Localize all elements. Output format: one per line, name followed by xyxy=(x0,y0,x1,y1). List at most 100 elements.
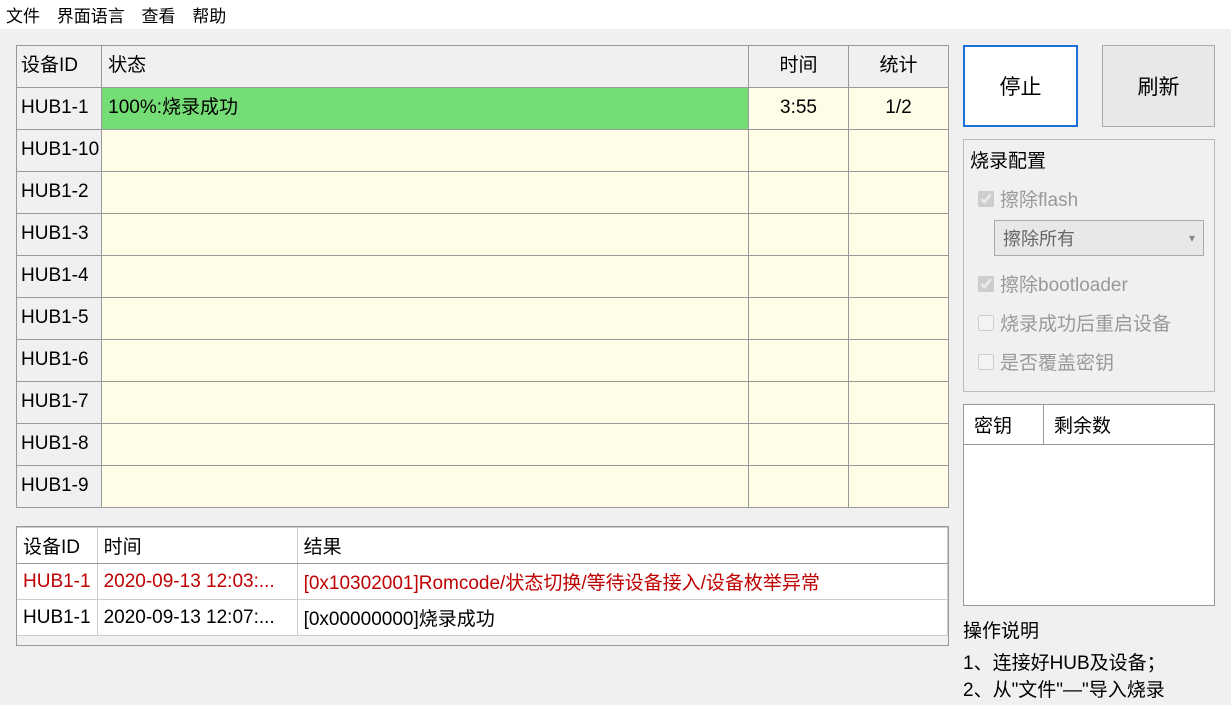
burn-config-group: 烧录配置 擦除flash 擦除所有 ▾ 擦除bootloader 烧录成功后重启… xyxy=(963,139,1215,392)
log-id-cell: HUB1-1 xyxy=(17,600,97,636)
erase-flash-input[interactable] xyxy=(978,191,994,207)
device-stat-cell xyxy=(849,424,949,466)
device-time-cell xyxy=(749,130,849,172)
menu-help[interactable]: 帮助 xyxy=(192,7,226,26)
device-header-time: 时间 xyxy=(749,46,849,88)
menu-file[interactable]: 文件 xyxy=(6,7,40,26)
device-stat-cell xyxy=(849,130,949,172)
log-row[interactable]: HUB1-12020-09-13 12:03:...[0x10302001]Ro… xyxy=(17,564,948,600)
erase-flash-label: 擦除flash xyxy=(1000,185,1078,212)
log-panel: 设备ID 时间 结果 HUB1-12020-09-13 12:03:...[0x… xyxy=(16,526,949,646)
table-row[interactable]: HUB1-3 xyxy=(17,214,949,256)
table-row[interactable]: HUB1-4 xyxy=(17,256,949,298)
chevron-down-icon: ▾ xyxy=(1189,231,1195,245)
device-id-cell: HUB1-2 xyxy=(17,172,102,214)
device-header-stat: 统计 xyxy=(849,46,949,88)
log-row[interactable]: HUB1-12020-09-13 12:07:...[0x00000000]烧录… xyxy=(17,600,948,636)
device-time-cell xyxy=(749,466,849,508)
device-status-cell xyxy=(102,340,749,382)
device-id-cell: HUB1-7 xyxy=(17,382,102,424)
erase-mode-select[interactable]: 擦除所有 ▾ xyxy=(994,220,1204,256)
menubar: 文件 界面语言 查看 帮助 xyxy=(0,0,1231,29)
device-stat-cell xyxy=(849,298,949,340)
log-header-time: 时间 xyxy=(97,528,297,564)
table-row[interactable]: HUB1-5 xyxy=(17,298,949,340)
device-stat-cell xyxy=(849,256,949,298)
log-header-id: 设备ID xyxy=(17,528,97,564)
device-header-status: 状态 xyxy=(102,46,749,88)
device-id-cell: HUB1-10 xyxy=(17,130,102,172)
menu-lang[interactable]: 界面语言 xyxy=(57,7,125,26)
device-time-cell xyxy=(749,382,849,424)
table-row[interactable]: HUB1-2 xyxy=(17,172,949,214)
log-result-cell: [0x10302001]Romcode/状态切换/等待设备接入/设备枚举异常 xyxy=(297,564,947,600)
config-legend: 烧录配置 xyxy=(970,146,1204,173)
override-key-label: 是否覆盖密钥 xyxy=(1000,348,1114,375)
device-time-cell xyxy=(749,298,849,340)
device-id-cell: HUB1-4 xyxy=(17,256,102,298)
device-status-cell xyxy=(102,256,749,298)
key-header-key: 密钥 xyxy=(964,405,1044,445)
erase-flash-checkbox[interactable]: 擦除flash xyxy=(974,179,1204,218)
table-row[interactable]: HUB1-1100%:烧录成功3:551/2 xyxy=(17,88,949,130)
device-id-cell: HUB1-6 xyxy=(17,340,102,382)
device-id-cell: HUB1-8 xyxy=(17,424,102,466)
device-status-cell xyxy=(102,214,749,256)
device-stat-cell xyxy=(849,340,949,382)
device-id-cell: HUB1-5 xyxy=(17,298,102,340)
device-stat-cell: 1/2 xyxy=(849,88,949,130)
device-time-cell xyxy=(749,424,849,466)
device-status-cell xyxy=(102,466,749,508)
device-time-cell xyxy=(749,172,849,214)
device-id-cell: HUB1-1 xyxy=(17,88,102,130)
menu-view[interactable]: 查看 xyxy=(141,7,175,26)
key-table: 密钥 剩余数 xyxy=(963,404,1215,606)
device-time-cell xyxy=(749,256,849,298)
log-time-cell: 2020-09-13 12:07:... xyxy=(97,600,297,636)
table-row[interactable]: HUB1-10 xyxy=(17,130,949,172)
device-stat-cell xyxy=(849,214,949,256)
table-row[interactable]: HUB1-8 xyxy=(17,424,949,466)
log-result-cell: [0x00000000]烧录成功 xyxy=(297,600,947,636)
device-status-cell xyxy=(102,424,749,466)
device-id-cell: HUB1-3 xyxy=(17,214,102,256)
override-key-input[interactable] xyxy=(978,354,994,370)
device-table: 设备ID 状态 时间 统计 HUB1-1100%:烧录成功3:551/2HUB1… xyxy=(16,45,949,508)
device-stat-cell xyxy=(849,172,949,214)
log-header-result: 结果 xyxy=(297,528,947,564)
table-row[interactable]: HUB1-9 xyxy=(17,466,949,508)
erase-bootloader-checkbox[interactable]: 擦除bootloader xyxy=(974,264,1204,303)
log-time-cell: 2020-09-13 12:03:... xyxy=(97,564,297,600)
device-time-cell xyxy=(749,340,849,382)
device-status-cell xyxy=(102,172,749,214)
refresh-button[interactable]: 刷新 xyxy=(1102,45,1215,127)
key-header-remaining: 剩余数 xyxy=(1044,405,1214,445)
log-table: 设备ID 时间 结果 HUB1-12020-09-13 12:03:...[0x… xyxy=(17,527,948,636)
override-key-checkbox[interactable]: 是否覆盖密钥 xyxy=(974,342,1204,381)
erase-bootloader-label: 擦除bootloader xyxy=(1000,270,1128,297)
reboot-after-checkbox[interactable]: 烧录成功后重启设备 xyxy=(974,303,1204,342)
instructions-title: 操作说明 xyxy=(963,618,1215,646)
instructions: 操作说明 1、连接好HUB及设备； 2、从"文件"—"导入烧录 xyxy=(963,618,1215,705)
device-header-id: 设备ID xyxy=(17,46,102,88)
device-time-cell xyxy=(749,214,849,256)
instructions-line1: 1、连接好HUB及设备； xyxy=(963,650,1215,678)
erase-mode-value: 擦除所有 xyxy=(1003,225,1075,251)
table-row[interactable]: HUB1-6 xyxy=(17,340,949,382)
device-stat-cell xyxy=(849,466,949,508)
device-status-cell xyxy=(102,298,749,340)
device-status-cell xyxy=(102,130,749,172)
device-id-cell: HUB1-9 xyxy=(17,466,102,508)
reboot-after-label: 烧录成功后重启设备 xyxy=(1000,309,1171,336)
reboot-after-input[interactable] xyxy=(978,315,994,331)
stop-button[interactable]: 停止 xyxy=(963,45,1078,127)
device-stat-cell xyxy=(849,382,949,424)
log-id-cell: HUB1-1 xyxy=(17,564,97,600)
device-time-cell: 3:55 xyxy=(749,88,849,130)
device-status-cell: 100%:烧录成功 xyxy=(102,88,749,130)
table-row[interactable]: HUB1-7 xyxy=(17,382,949,424)
device-status-cell xyxy=(102,382,749,424)
erase-bootloader-input[interactable] xyxy=(978,276,994,292)
key-table-body xyxy=(964,445,1214,605)
instructions-line2: 2、从"文件"—"导入烧录 xyxy=(963,677,1215,705)
